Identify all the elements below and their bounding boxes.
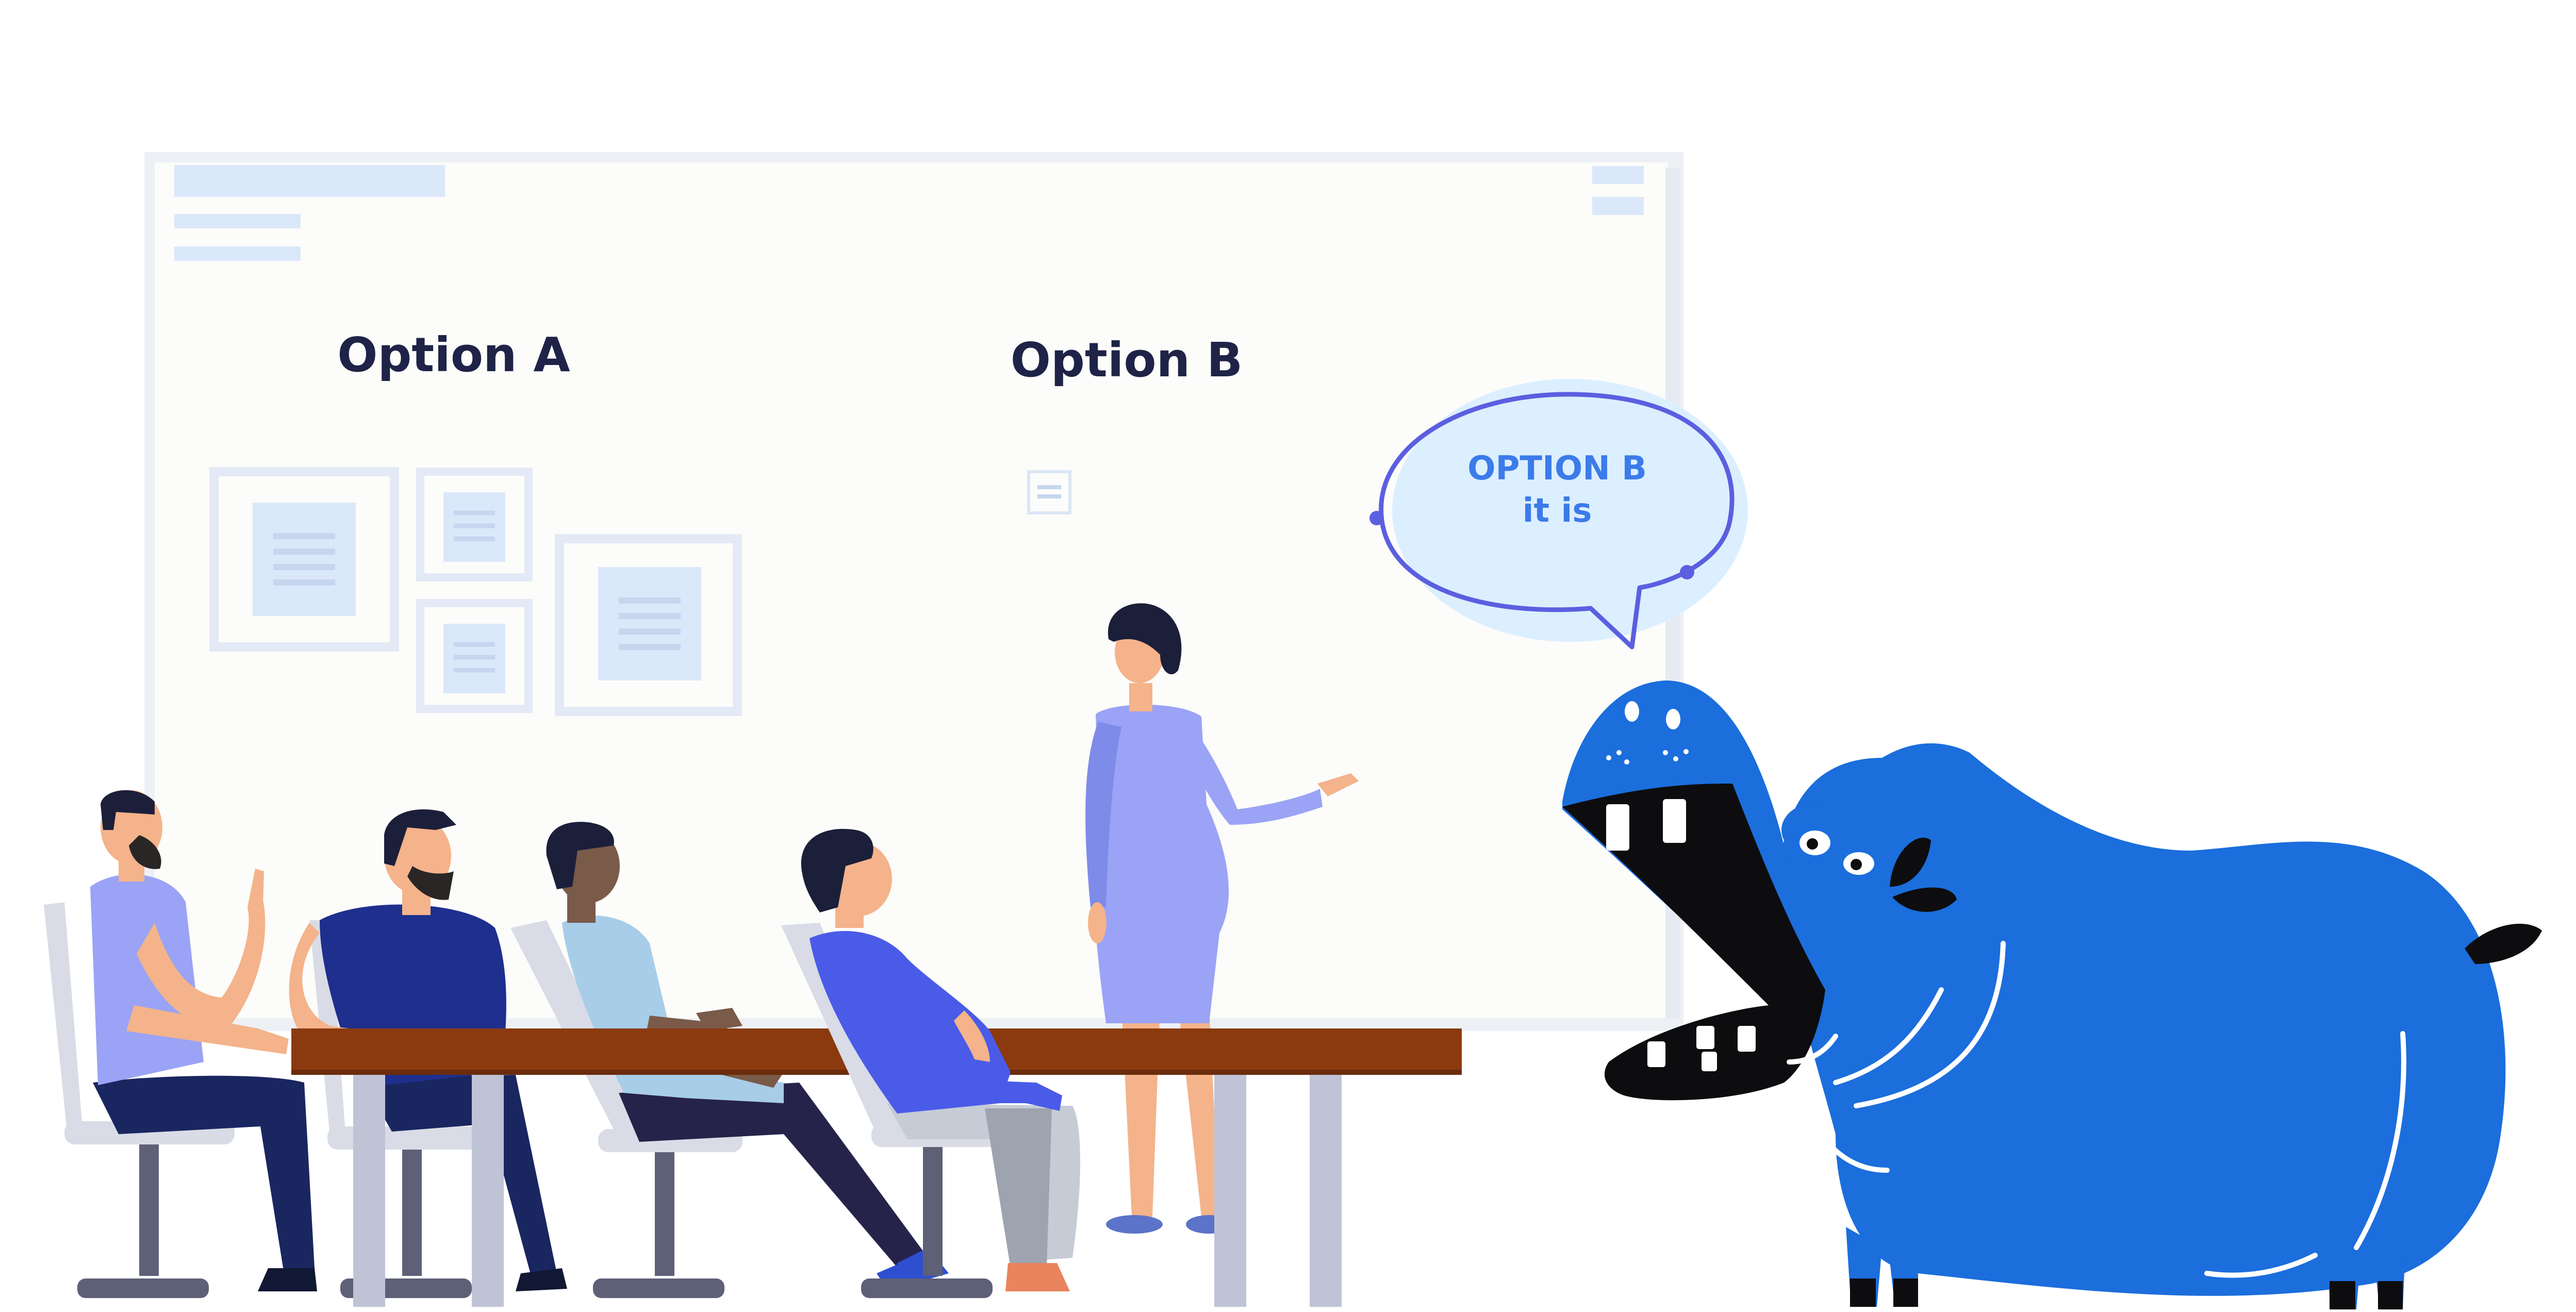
table-leg — [353, 1075, 385, 1307]
option-a-label: Option A — [337, 327, 570, 383]
table-leg — [1310, 1072, 1342, 1307]
hippo-tooth — [1663, 799, 1686, 843]
board-menu-line — [1592, 166, 1644, 184]
shoe — [1106, 1215, 1163, 1234]
bubble-text-line1: OPTION B — [1467, 450, 1647, 488]
hippo-tail — [2465, 923, 2542, 964]
bubble-dot — [1369, 511, 1384, 525]
shoe — [1005, 1263, 1070, 1291]
board-subheader-line — [174, 214, 301, 228]
bubble-text-line2: it is — [1523, 492, 1592, 530]
board-subheader-line — [174, 246, 301, 261]
hippo-tooth — [1696, 1026, 1714, 1049]
thumbnail-page — [598, 567, 701, 680]
board-menu-line — [1592, 197, 1644, 215]
chair-back — [44, 902, 82, 1132]
hippo-foot — [1893, 1278, 1918, 1307]
hippo-foot — [2330, 1281, 2355, 1309]
hippo-tooth — [1702, 1052, 1717, 1071]
hippo-mascot — [1562, 680, 2542, 1309]
hippo-foot — [1850, 1278, 1876, 1307]
hippo-nostril — [1666, 709, 1680, 729]
chair-base — [593, 1278, 724, 1298]
hippo-body — [1779, 743, 2506, 1296]
table-leg — [472, 1075, 504, 1307]
board-header-bar — [174, 165, 445, 197]
bubble-dot — [1680, 565, 1694, 579]
hippo-tooth — [1738, 1026, 1756, 1052]
option-b-label: Option B — [1011, 333, 1243, 388]
meeting-illustration: Option A Option B OPTION B it is — [44, 152, 2542, 1309]
chair-base — [77, 1278, 209, 1298]
hippo-foot — [2378, 1281, 2403, 1309]
shoe — [258, 1268, 317, 1291]
hippo-tooth — [1647, 1041, 1665, 1067]
hippo-nostril — [1625, 701, 1639, 722]
chair-base — [861, 1278, 993, 1298]
thumbnail-page — [253, 503, 356, 616]
shoe — [516, 1268, 567, 1291]
hand — [1088, 902, 1107, 943]
table-leg — [1214, 1072, 1246, 1307]
hippo-tooth — [1606, 804, 1629, 851]
meeting-table — [1214, 1072, 1342, 1307]
